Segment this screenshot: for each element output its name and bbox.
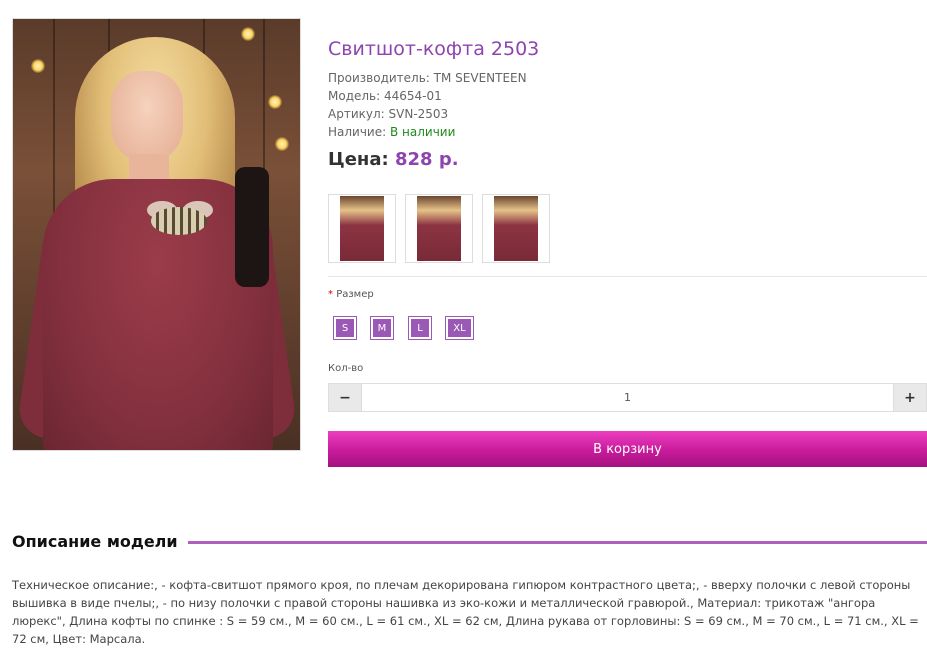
light-bulb <box>31 59 45 73</box>
description-heading: Описание модели <box>12 532 188 551</box>
bee-embroidery <box>151 207 207 235</box>
light-bulb <box>268 95 282 109</box>
main-product-image[interactable] <box>12 18 301 451</box>
product-thumbnail[interactable] <box>405 194 473 263</box>
size-option-m[interactable]: M <box>370 316 394 340</box>
lace-shoulder <box>235 167 269 287</box>
description-divider <box>176 541 927 544</box>
model-value: 44654-01 <box>384 89 442 103</box>
model-line: Модель: 44654-01 <box>328 89 442 103</box>
description-text: Техническое описание:, - кофта-свитшот п… <box>12 578 919 646</box>
product-thumbnail[interactable] <box>482 194 550 263</box>
availability-line: Наличие: В наличии <box>328 125 456 139</box>
size-label: * Размер <box>328 289 374 300</box>
divider <box>328 276 927 277</box>
quantity-input[interactable] <box>361 384 894 411</box>
add-to-cart-button[interactable]: В корзину <box>328 431 927 467</box>
price-label: Цена: <box>328 149 389 170</box>
size-option-xl[interactable]: XL <box>445 316 474 340</box>
quantity-stepper: − + <box>328 383 927 412</box>
sku-value: SVN-2503 <box>388 107 449 121</box>
sku-line: Артикул: SVN-2503 <box>328 107 449 121</box>
light-bulb <box>241 27 255 41</box>
product-title: Свитшот-кофта 2503 <box>328 38 540 60</box>
price: Цена: 828 р. <box>328 149 459 170</box>
product-thumbnail[interactable] <box>328 194 396 263</box>
size-option-s[interactable]: S <box>333 316 357 340</box>
price-value: 828 р. <box>394 149 459 170</box>
required-mark: * <box>328 289 333 300</box>
quantity-increase-button[interactable]: + <box>894 384 926 411</box>
size-option-l[interactable]: L <box>408 316 432 340</box>
manufacturer-value: TM SEVENTEEN <box>433 71 527 85</box>
quantity-label: Кол-во <box>328 363 364 374</box>
model-face <box>111 71 183 163</box>
availability-status: В наличии <box>390 125 456 139</box>
manufacturer-line: Производитель: TM SEVENTEEN <box>328 71 527 85</box>
quantity-decrease-button[interactable]: − <box>329 384 361 411</box>
light-bulb <box>275 137 289 151</box>
